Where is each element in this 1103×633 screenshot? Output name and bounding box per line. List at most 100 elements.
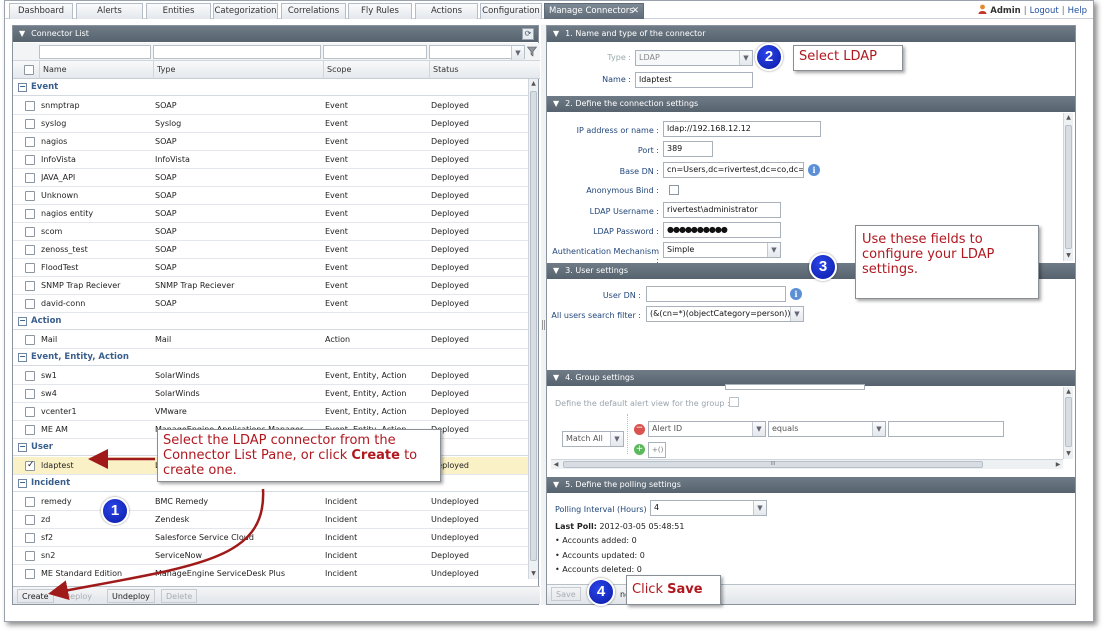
row-checkbox[interactable]	[25, 460, 35, 471]
scroll-thumb[interactable]	[1065, 125, 1072, 249]
add-group-button[interactable]: +()	[648, 442, 666, 458]
table-row[interactable]: sf2 Salesforce Service Cloud Incident Undep…	[13, 529, 529, 547]
anonymous-bind-checkbox[interactable]	[669, 185, 679, 195]
row-checkbox[interactable]	[25, 209, 35, 219]
type-select[interactable]: LDAP ▼	[635, 50, 753, 66]
create-button[interactable]: Create	[17, 589, 54, 603]
group-name-input[interactable]	[725, 384, 865, 390]
table-row[interactable]: sw4 SolarWinds Event, Entity, Action Deploy…	[13, 385, 529, 403]
section-1-header[interactable]: ▼ 1. Name and type of the connector	[547, 26, 1075, 42]
scroll-right-icon[interactable]: ▶	[1053, 460, 1063, 469]
row-checkbox[interactable]	[25, 119, 35, 129]
table-row[interactable]: nagios SOAP Event Deployed	[13, 133, 529, 151]
undeploy-button[interactable]: Undeploy	[107, 589, 155, 603]
collapse-group-icon[interactable]: −	[18, 443, 27, 452]
name-filter-input[interactable]	[39, 45, 151, 59]
row-checkbox[interactable]	[25, 263, 35, 273]
rule-operator-select[interactable]: equals ▼	[768, 421, 886, 437]
scroll-up-icon[interactable]: ▲	[1064, 113, 1073, 123]
table-row[interactable]: Unknown SOAP Event Deployed	[13, 187, 529, 205]
row-checkbox[interactable]	[25, 299, 35, 309]
polling-interval-select[interactable]: 4 ▼	[650, 500, 767, 516]
collapse-group-icon[interactable]: −	[18, 83, 27, 92]
ldap-password-input[interactable]: ●●●●●●●●●●	[663, 222, 781, 238]
scroll-up-icon[interactable]: ▲	[1064, 387, 1073, 397]
collapse-icon[interactable]: ▼	[553, 263, 559, 279]
tab-actions[interactable]: Actions	[415, 3, 478, 19]
save-button[interactable]: Save	[551, 587, 581, 601]
section-2-header[interactable]: ▼ 2. Define the connection settings	[547, 96, 1075, 112]
collapse-icon[interactable]: ▼	[553, 96, 559, 112]
scroll-thumb[interactable]	[530, 91, 537, 561]
table-row[interactable]: vcenter1 VMware Event, Entity, Action Deplo…	[13, 403, 529, 421]
port-input[interactable]: 389	[663, 141, 713, 157]
row-checkbox[interactable]	[25, 335, 35, 345]
tab-configuration[interactable]: Configuration	[480, 3, 542, 19]
table-row[interactable]: SNMP Trap Reciever SNMP Trap Reciever Even…	[13, 277, 529, 295]
row-checkbox[interactable]	[25, 371, 35, 381]
group-hscrollbar[interactable]: ◀ III ▶	[551, 459, 1063, 469]
table-row[interactable]: JAVA_API SOAP Event Deployed	[13, 169, 529, 187]
tab-fly-rules[interactable]: Fly Rules	[348, 3, 412, 19]
table-row[interactable]: ME Standard Edition ManageEngine ServiceD…	[13, 565, 529, 579]
name-input[interactable]: ldaptest	[635, 72, 753, 88]
refresh-icon[interactable]: ⟳	[522, 28, 534, 40]
tab-categorization[interactable]: Categorization	[213, 3, 278, 19]
table-row[interactable]: david-conn SOAP Event Deployed	[13, 295, 529, 313]
row-checkbox[interactable]	[25, 515, 35, 525]
tab-alerts[interactable]: Alerts	[76, 3, 143, 19]
collapse-icon[interactable]: ▼	[553, 477, 559, 493]
table-row[interactable]: nagios entity SOAP Event Deployed	[13, 205, 529, 223]
row-checkbox[interactable]	[25, 155, 35, 165]
delete-button[interactable]: Delete	[161, 589, 198, 603]
default-alert-view-checkbox[interactable]	[729, 397, 739, 407]
row-checkbox[interactable]	[25, 389, 35, 399]
type-filter-input[interactable]	[153, 45, 321, 59]
connector-list-header[interactable]: ▼ Connector List ⟳	[13, 26, 538, 42]
scroll-down-icon[interactable]: ▼	[1064, 449, 1073, 459]
row-checkbox[interactable]	[25, 191, 35, 201]
collapse-icon[interactable]: ▼	[553, 26, 559, 42]
base-dn-input[interactable]: cn=Users,dc=rivertest,dc=co,dc=u	[663, 162, 804, 178]
table-row[interactable]: syslog Syslog Event Deployed	[13, 115, 529, 133]
connector-list-scrollbar[interactable]: ▲ ▼	[528, 79, 538, 579]
table-row[interactable]: InfoVista InfoVista Event Deployed	[13, 151, 529, 169]
row-checkbox[interactable]	[25, 173, 35, 183]
remove-rule-icon[interactable]: −	[634, 424, 645, 435]
ldap-username-input[interactable]: rivertest\administrator	[663, 202, 781, 218]
collapse-icon[interactable]: ▼	[553, 370, 559, 386]
row-checkbox[interactable]	[25, 425, 35, 435]
auth-mechanism-select[interactable]: Simple ▼	[663, 242, 781, 258]
scroll-down-icon[interactable]: ▼	[1064, 251, 1073, 261]
table-row[interactable]: snmptrap SOAP Event Deployed	[13, 97, 529, 115]
select-all-checkbox[interactable]	[24, 65, 34, 75]
collapse-group-icon[interactable]: −	[18, 317, 27, 326]
row-checkbox[interactable]	[25, 407, 35, 417]
table-row[interactable]: remedy BMC Remedy Incident Undeployed	[13, 493, 529, 511]
row-checkbox[interactable]	[25, 551, 35, 561]
group-header[interactable]: − Event, Entity, Action	[13, 349, 529, 366]
info-icon[interactable]: i	[790, 288, 802, 300]
row-checkbox[interactable]	[25, 245, 35, 255]
row-checkbox[interactable]	[25, 101, 35, 111]
tab-entities[interactable]: Entities	[146, 3, 211, 19]
close-icon[interactable]: ✕	[631, 4, 639, 18]
row-checkbox[interactable]	[25, 533, 35, 543]
group-header[interactable]: − Event	[13, 79, 529, 96]
collapse-icon[interactable]: ▼	[19, 26, 25, 42]
scroll-thumb[interactable]: III	[563, 461, 983, 468]
rule-field-select[interactable]: Alert ID ▼	[648, 421, 766, 437]
column-type[interactable]: Type	[153, 61, 323, 79]
row-checkbox[interactable]	[25, 569, 35, 579]
status-filter-select[interactable]: ▼	[429, 45, 525, 60]
row-checkbox[interactable]	[25, 227, 35, 237]
scroll-thumb[interactable]	[1065, 397, 1072, 447]
match-select[interactable]: Match All ▼	[562, 431, 624, 447]
deploy-button[interactable]: Deploy	[59, 589, 97, 603]
group-header[interactable]: − Action	[13, 313, 529, 330]
column-name[interactable]: Name	[39, 61, 153, 79]
connection-scrollbar[interactable]: ▲ ▼	[1063, 113, 1073, 261]
add-rule-icon[interactable]: +	[634, 444, 645, 455]
ip-input[interactable]: ldap://192.168.12.12	[663, 121, 821, 137]
table-row[interactable]: sw1 SolarWinds Event, Entity, Action Deploy…	[13, 367, 529, 385]
